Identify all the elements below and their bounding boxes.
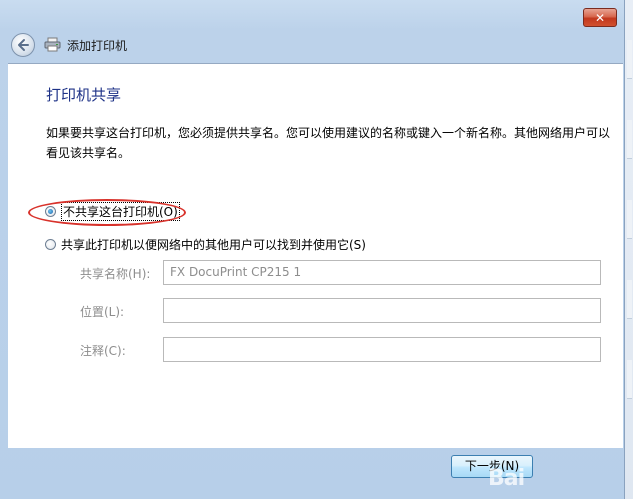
close-button[interactable]: ✕	[583, 8, 617, 27]
page-heading: 打印机共享	[46, 86, 122, 104]
location-label: 位置(L):	[80, 305, 125, 319]
no-share-label: 不共享这台打印机(O)	[61, 201, 180, 221]
share-label: 共享此打印机以便网络中的其他用户可以找到并使用它(S)	[61, 237, 366, 252]
wizard-content: 打印机共享 如果要共享这台打印机，您必须提供共享名。您可以使用建议的名称或键入一…	[8, 63, 623, 448]
window-title: 添加打印机	[67, 39, 128, 53]
share-name-label: 共享名称(H):	[80, 267, 151, 281]
share-name-input[interactable]: FX DocuPrint CP215 1	[163, 260, 601, 285]
share-radio[interactable]	[45, 238, 56, 250]
add-printer-dialog: ✕ 添加打印机 打印机共享 如果要共享这台打印机，您必须提供共享名。您可以使用建…	[0, 0, 633, 499]
comment-input[interactable]	[163, 337, 601, 362]
location-input[interactable]	[163, 298, 601, 323]
comment-label: 注释(C):	[80, 344, 126, 358]
background-window-edge	[624, 0, 633, 499]
no-share-radio[interactable]	[45, 205, 56, 217]
back-arrow-icon	[18, 39, 29, 51]
page-description: 如果要共享这台打印机，您必须提供共享名。您可以使用建议的名称或键入一个新名称。其…	[46, 126, 611, 160]
no-share-option[interactable]: 不共享这台打印机(O)	[45, 201, 180, 221]
watermark-logo: Bai	[488, 466, 525, 491]
share-option[interactable]: 共享此打印机以便网络中的其他用户可以找到并使用它(S)	[45, 235, 366, 253]
printer-icon	[44, 37, 61, 52]
back-button[interactable]	[11, 33, 35, 57]
